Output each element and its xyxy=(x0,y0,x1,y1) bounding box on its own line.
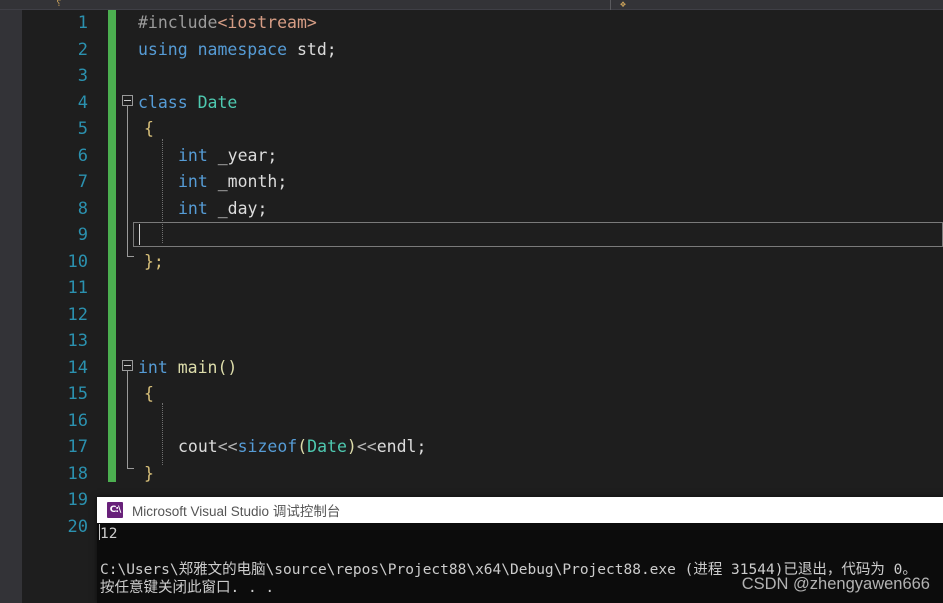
line-number: 19 xyxy=(67,490,88,510)
line-number-gutter: 1 2 3 4 5 6 7 8 9 10 11 12 13 14 15 16 1… xyxy=(22,10,108,603)
line-number: 2 xyxy=(77,39,88,60)
line-number: 18 xyxy=(67,463,88,484)
token-day-member: _day; xyxy=(207,198,268,218)
csdn-watermark: CSDN @zhengyawen666 xyxy=(741,575,930,593)
indent-guide-main-body xyxy=(162,403,163,465)
editor-selection-margin[interactable] xyxy=(0,10,22,603)
token-stream-operator: << xyxy=(356,437,377,456)
line-number: 13 xyxy=(67,331,88,351)
toolbar-strip: ⸮ ❖ xyxy=(0,0,943,10)
line-number: 4 xyxy=(77,92,88,113)
code-line-17: cout<<sizeof(Date)<<endl; xyxy=(178,434,426,461)
token-lparen: ( xyxy=(297,437,308,456)
token-int-type: int xyxy=(178,198,208,218)
line-number: 17 xyxy=(67,437,88,457)
outline-guide-main xyxy=(127,367,128,468)
token-int-return-type: int xyxy=(138,357,168,377)
token-std: std; xyxy=(287,39,337,59)
token-close-brace-semicolon: }; xyxy=(144,251,164,271)
line-number: 7 xyxy=(77,172,88,192)
code-line-4: class Date xyxy=(138,90,237,117)
line-number: 10 xyxy=(67,251,88,272)
line-number: 8 xyxy=(77,198,88,219)
code-line-14: int main() xyxy=(138,355,237,382)
toolbar-left-icon[interactable]: ⸮ xyxy=(56,0,64,8)
line-number: 16 xyxy=(67,410,88,431)
console-titlebar[interactable]: C:\ Microsoft Visual Studio 调试控制台 xyxy=(97,497,943,523)
token-include-directive: #include xyxy=(138,13,218,32)
token-class-keyword: class xyxy=(138,92,188,112)
console-title: Microsoft Visual Studio 调试控制台 xyxy=(132,504,341,519)
token-close-brace: } xyxy=(144,463,154,483)
code-line-2: using namespace std; xyxy=(138,37,337,64)
line-number: 11 xyxy=(67,278,88,298)
line-number: 5 xyxy=(77,119,88,139)
console-output-value: 12 xyxy=(100,526,118,542)
current-line-highlight xyxy=(133,222,943,247)
code-line-18: } xyxy=(144,461,154,488)
token-include-header: <iostream> xyxy=(217,13,317,32)
token-endl: endl xyxy=(376,437,417,456)
token-open-brace: { xyxy=(144,384,154,403)
token-parens: () xyxy=(217,357,238,377)
line-number: 6 xyxy=(77,145,88,166)
line-number: 1 xyxy=(77,13,88,33)
line-number: 9 xyxy=(77,225,88,245)
toolbar-right-icon[interactable]: ❖ xyxy=(620,0,630,9)
outline-guide-class xyxy=(127,102,128,256)
token-stream-operator: << xyxy=(217,437,238,456)
token-month-member: _month; xyxy=(207,172,288,191)
token-namespace: namespace xyxy=(197,39,288,59)
outline-guide-main-end xyxy=(127,468,134,469)
token-int-type: int xyxy=(178,145,208,165)
console-prompt-message: 按任意键关闭此窗口. . . xyxy=(100,580,275,596)
line-number: 15 xyxy=(67,384,88,404)
cpp-console-icon: C:\ xyxy=(107,502,123,518)
change-indicator-bar xyxy=(108,10,116,482)
token-rparen: ) xyxy=(346,437,357,456)
token-main-function: main xyxy=(177,357,218,377)
token-open-brace: { xyxy=(144,119,154,138)
token-using: using xyxy=(138,39,188,59)
code-line-5: { xyxy=(144,116,154,143)
code-line-1: #include<iostream> xyxy=(138,10,317,37)
code-line-8: int _day; xyxy=(178,196,267,223)
collapse-toggle-class-icon[interactable] xyxy=(122,95,133,106)
token-class-name: Date xyxy=(197,92,238,112)
toolbar-divider xyxy=(610,0,611,10)
code-line-6: int _year; xyxy=(178,143,277,170)
token-year-member: _year; xyxy=(207,145,278,165)
line-number: 12 xyxy=(67,304,88,325)
token-int-type: int xyxy=(178,172,208,191)
code-line-7: int _month; xyxy=(178,169,287,196)
line-number: 20 xyxy=(67,516,88,537)
line-number: 14 xyxy=(67,357,88,378)
token-cout: cout xyxy=(178,437,218,456)
collapse-toggle-main-icon[interactable] xyxy=(122,360,133,371)
token-semicolon: ; xyxy=(416,437,427,456)
token-date-type: Date xyxy=(307,437,347,456)
cpp-icon-glyph: C:\ xyxy=(109,505,122,515)
code-line-10: }; xyxy=(144,249,164,276)
token-sizeof: sizeof xyxy=(237,437,298,456)
line-number: 3 xyxy=(77,66,88,86)
text-caret xyxy=(139,224,140,245)
code-line-15: { xyxy=(144,381,154,408)
outline-guide-class-end xyxy=(127,256,134,257)
